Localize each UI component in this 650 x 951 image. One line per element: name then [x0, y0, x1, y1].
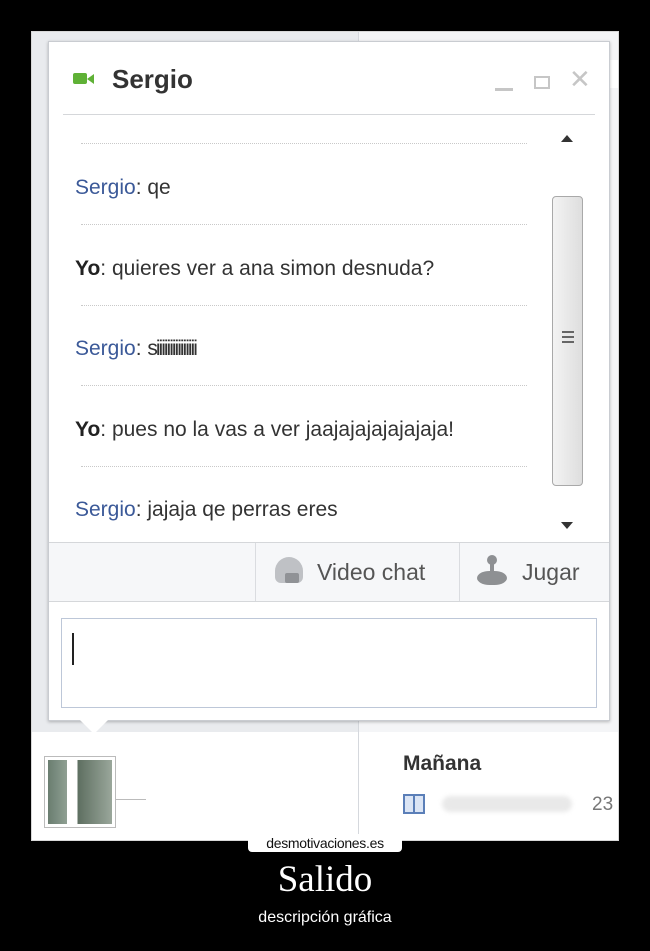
divider — [116, 799, 146, 800]
contact-thumbnail[interactable] — [44, 756, 116, 828]
background-page-bottom-right — [359, 732, 618, 840]
divider — [81, 305, 527, 306]
divider — [459, 543, 460, 601]
screenshot-frame: Mañana 23 Sergio ✕ Sergio: qe Yo: quiere… — [31, 31, 619, 841]
minimize-icon[interactable] — [495, 88, 513, 91]
divider — [81, 385, 527, 386]
divider — [255, 543, 256, 601]
chat-window: Sergio ✕ Sergio: qe Yo: quieres ver a an… — [48, 41, 610, 721]
scroll-up-icon[interactable] — [561, 135, 573, 142]
message: Sergio: qe — [75, 176, 171, 199]
divider — [63, 114, 595, 115]
chat-toolbar: Video chat Jugar — [49, 542, 609, 602]
scrollbar-thumb[interactable] — [552, 196, 583, 486]
maximize-icon[interactable] — [534, 76, 550, 89]
chat-window-pointer — [80, 720, 108, 734]
message: Yo: quieres ver a ana simon desnuda? — [75, 257, 435, 280]
message-sender[interactable]: Sergio — [75, 337, 136, 360]
message-scrollbar[interactable] — [552, 129, 586, 539]
message-sender: Yo — [75, 257, 101, 280]
game-icon-stick — [490, 563, 494, 575]
poster-subtitle: descripción gráfica — [258, 909, 392, 926]
message-text: pues no la vas a ver jaajajajajajajaja! — [111, 418, 455, 441]
video-chat-label: Video chat — [317, 559, 426, 585]
scroll-down-icon[interactable] — [561, 522, 573, 529]
message: Sergio: siiiiiiiiiiiiiii — [75, 337, 198, 360]
divider — [81, 224, 527, 225]
chat-contact-name[interactable]: Sergio — [112, 64, 193, 95]
message-sender[interactable]: Sergio — [75, 176, 136, 199]
message-input[interactable] — [61, 618, 597, 708]
grip-icon — [562, 331, 574, 343]
gift-icon — [403, 794, 425, 814]
upcoming-section-title: Mañana — [403, 752, 482, 775]
message-text: quieres ver a ana simon desnuda? — [111, 257, 435, 280]
play-label: Jugar — [522, 559, 580, 585]
message-list: Sergio: qe Yo: quieres ver a ana simon d… — [75, 142, 533, 542]
message-text: jajaja qe perras eres — [147, 498, 338, 521]
message-text: qe — [147, 176, 171, 199]
site-logo: desmotivaciones.es — [248, 834, 402, 852]
message-text: siiiiiiiiiiiiiii — [147, 337, 198, 360]
video-camera-icon — [73, 73, 94, 84]
divider — [81, 466, 527, 467]
video-chat-icon — [275, 557, 303, 583]
message-sender[interactable]: Sergio — [75, 498, 136, 521]
chat-titlebar[interactable]: Sergio ✕ — [49, 42, 609, 112]
blurred-birthday-name — [442, 796, 572, 812]
message: Yo: pues no la vas a ver jaajajajajajaja… — [75, 418, 455, 441]
close-icon[interactable]: ✕ — [569, 66, 591, 92]
message-sender: Yo — [75, 418, 101, 441]
poster-title: Salido — [277, 859, 373, 900]
divider — [81, 143, 527, 144]
message: Sergio: jajaja qe perras eres — [75, 498, 338, 521]
text-caret — [72, 633, 74, 665]
birthday-number: 23 — [592, 794, 614, 815]
